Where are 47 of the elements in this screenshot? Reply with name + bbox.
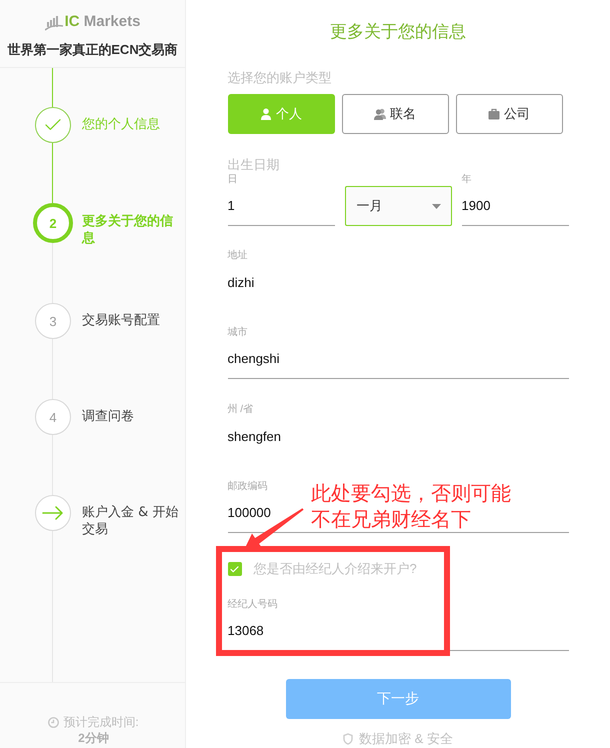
checkbox[interactable] bbox=[228, 562, 242, 576]
estimate-value: 2分钟 bbox=[78, 730, 109, 746]
caret-icon bbox=[432, 204, 440, 208]
account-type-button[interactable]: 公司 bbox=[456, 94, 562, 134]
field-label: 经纪人号码 bbox=[228, 599, 278, 611]
step-number: 4 bbox=[35, 399, 71, 435]
section-label: 出生日期 bbox=[228, 157, 280, 173]
month-select[interactable]: 一月 bbox=[344, 186, 452, 226]
check-circle-icon bbox=[35, 107, 71, 143]
step-label: 交易账号配置 bbox=[82, 312, 161, 329]
step-label: 更多关于您的信息 bbox=[82, 213, 174, 247]
field-label: 日 bbox=[228, 174, 238, 186]
input-field[interactable]: dizhi bbox=[228, 262, 298, 302]
field-label: 城市 bbox=[228, 327, 248, 339]
input-field[interactable]: 13068 bbox=[228, 611, 298, 650]
step-number: 2 bbox=[33, 203, 73, 243]
step-number: 3 bbox=[35, 303, 71, 339]
tagline: 世界第一家真正的ECN交易商 bbox=[7, 42, 178, 58]
logo-bars-icon bbox=[44, 13, 63, 31]
check-icon bbox=[230, 566, 239, 572]
estimate-label: 预计完成时间: bbox=[63, 714, 139, 730]
input-field[interactable]: 1 bbox=[228, 186, 298, 225]
field-label: 年 bbox=[462, 174, 472, 186]
field-label: 州 /省 bbox=[228, 404, 254, 416]
step-label: 账户入金 & 开始交易 bbox=[82, 504, 180, 538]
field-label: 地址 bbox=[228, 250, 248, 262]
people-icon bbox=[374, 108, 386, 120]
briefcase-icon bbox=[488, 108, 500, 120]
step-label: 您的个人信息 bbox=[82, 116, 161, 133]
checkbox-label: 您是否由经纪人介绍来开户? bbox=[254, 561, 417, 577]
clock-icon bbox=[48, 716, 60, 728]
step-label: 调查问卷 bbox=[82, 408, 135, 425]
input-field[interactable]: 1900 bbox=[462, 186, 532, 225]
shield-icon bbox=[343, 732, 354, 744]
annotation-text: 此处要勾选，否则可能不在兄弟财经名下 bbox=[311, 480, 512, 532]
account-type-button[interactable]: 联名 bbox=[342, 94, 448, 134]
input-field[interactable]: shengfen bbox=[228, 416, 298, 456]
field-label: 邮政编码 bbox=[228, 481, 268, 493]
person-icon bbox=[260, 108, 272, 120]
logo-text: IC Markets bbox=[64, 12, 140, 32]
input-field[interactable]: chengshi bbox=[228, 339, 298, 378]
input-field[interactable]: 100000 bbox=[228, 493, 298, 532]
step-connector bbox=[52, 143, 53, 203]
section-label: 选择您的账户类型 bbox=[228, 70, 332, 86]
step-connector bbox=[52, 68, 53, 107]
security-note: 数据加密 & 安全 bbox=[359, 731, 453, 746]
page-title: 更多关于您的信息 bbox=[330, 22, 466, 42]
